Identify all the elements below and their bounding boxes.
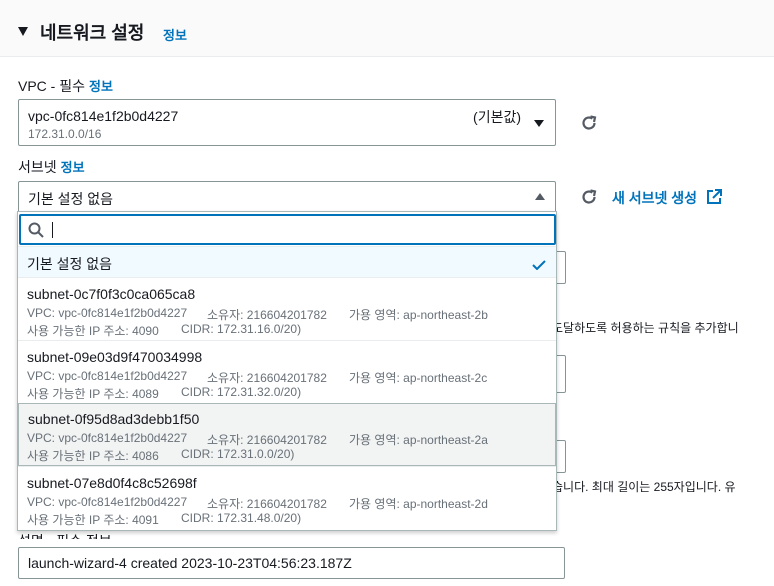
subnet-option-cidr: CIDR: 172.31.32.0/20) (181, 385, 302, 399)
check-icon (532, 260, 546, 270)
subnet-option-az: 가용 영역: ap-northeast-2a (349, 433, 488, 447)
subnet-option-name: 기본 설정 없음 (27, 256, 113, 272)
subnet-option-owner: 소유자: 216604201782 (207, 497, 327, 511)
section-info-link[interactable]: 정보 (163, 25, 187, 44)
refresh-subnet-icon[interactable] (579, 187, 599, 207)
subnet-option-owner: 소유자: 216604201782 (207, 308, 327, 322)
subnet-option-name: subnet-0c7f0f3c0ca065ca8 (27, 286, 196, 302)
subnet-option-az: 가용 영역: ap-northeast-2b (349, 308, 488, 322)
subnet-option-ips: 사용 가능한 IP 주소: 4089 (27, 387, 159, 401)
subnet-label-text: 서브넷 (18, 159, 57, 175)
section-title: 네트워크 설정 (40, 23, 145, 43)
subnet-option-az: 가용 영역: ap-northeast-2d (349, 497, 488, 511)
subnet-option-name: subnet-0f95d8ad3debb1f50 (28, 411, 200, 427)
subnet-select[interactable]: 기본 설정 없음 (18, 181, 556, 213)
vpc-default-tag: (기본값) (473, 109, 521, 125)
chevron-up-icon (535, 193, 545, 200)
vpc-select[interactable]: vpc-0fc814e1f2b0d4227 172.31.0.0/16 (기본값… (18, 99, 556, 146)
subnet-option-az: 가용 영역: ap-northeast-2c (349, 371, 488, 385)
text-cursor (52, 222, 53, 238)
subnet-option-vpc: VPC: vpc-0fc814e1f2b0d4227 (27, 369, 188, 383)
subnet-label: 서브넷 정보 (18, 157, 85, 177)
subnet-option-owner: 소유자: 216604201782 (207, 371, 327, 385)
subnet-option-name: subnet-09e03d9f470034998 (27, 349, 203, 365)
subnet-option-owner: 소유자: 216604201782 (207, 433, 327, 447)
vpc-value: vpc-0fc814e1f2b0d4227 (28, 108, 179, 124)
vpc-label: VPC - 필수 정보 (18, 76, 113, 96)
background-length-text: 습니다. 최대 길이는 255자입니다. 유 (552, 480, 736, 494)
subnet-option-cidr: CIDR: 172.31.48.0/20) (181, 511, 302, 525)
subnet-option-cidr: CIDR: 172.31.0.0/20) (181, 447, 295, 461)
description-input[interactable]: launch-wizard-4 created 2023-10-23T04:56… (18, 547, 565, 579)
external-link-icon[interactable] (706, 189, 722, 205)
chevron-down-icon (534, 120, 544, 127)
subnet-option-name: subnet-07e8d0f4c8c52698f (27, 475, 197, 491)
subnet-value: 기본 설정 없음 (28, 191, 114, 207)
section-header[interactable]: 네트워크 설정 정보 (0, 0, 774, 57)
subnet-option-ips: 사용 가능한 IP 주소: 4091 (27, 513, 159, 527)
vpc-cidr: 172.31.0.0/16 (28, 127, 102, 141)
description-label: 설명 - 필수 정보 (18, 531, 112, 539)
subnet-option-vpc: VPC: vpc-0fc814e1f2b0d4227 (27, 495, 188, 509)
subnet-option[interactable]: subnet-07e8d0f4c8c52698f VPC: vpc-0fc814… (18, 466, 556, 530)
subnet-option-ips: 사용 가능한 IP 주소: 4086 (27, 449, 159, 463)
refresh-vpc-icon[interactable] (579, 113, 599, 133)
create-subnet-link[interactable]: 새 서브넷 생성 (612, 188, 697, 208)
subnet-option-vpc: VPC: vpc-0fc814e1f2b0d4227 (27, 306, 188, 320)
subnet-dropdown: 기본 설정 없음 subnet-0c7f0f3c0ca065ca8 VPC: v… (17, 211, 557, 531)
vpc-info-link[interactable]: 정보 (89, 79, 113, 94)
subnet-option-vpc: VPC: vpc-0fc814e1f2b0d4227 (27, 431, 188, 445)
subnet-option[interactable]: subnet-0c7f0f3c0ca065ca8 VPC: vpc-0fc814… (18, 277, 556, 340)
subnet-option[interactable]: subnet-0f95d8ad3debb1f50 VPC: vpc-0fc814… (18, 403, 556, 466)
subnet-option[interactable]: subnet-09e03d9f470034998 VPC: vpc-0fc814… (18, 340, 556, 403)
subnet-option-cidr: CIDR: 172.31.16.0/20) (181, 322, 302, 336)
subnet-info-link[interactable]: 정보 (61, 160, 85, 175)
subnet-option[interactable]: 기본 설정 없음 (18, 246, 556, 277)
subnet-option-ips: 사용 가능한 IP 주소: 4090 (27, 324, 159, 338)
search-icon (28, 222, 44, 238)
background-rule-text: 도달하도록 허용하는 규칙을 추가합니 (552, 321, 739, 335)
description-value: launch-wizard-4 created 2023-10-23T04:56… (28, 555, 352, 571)
collapse-caret-icon[interactable] (18, 27, 28, 36)
vpc-label-text: VPC - 필수 (18, 78, 85, 94)
subnet-search-input[interactable] (19, 214, 556, 245)
